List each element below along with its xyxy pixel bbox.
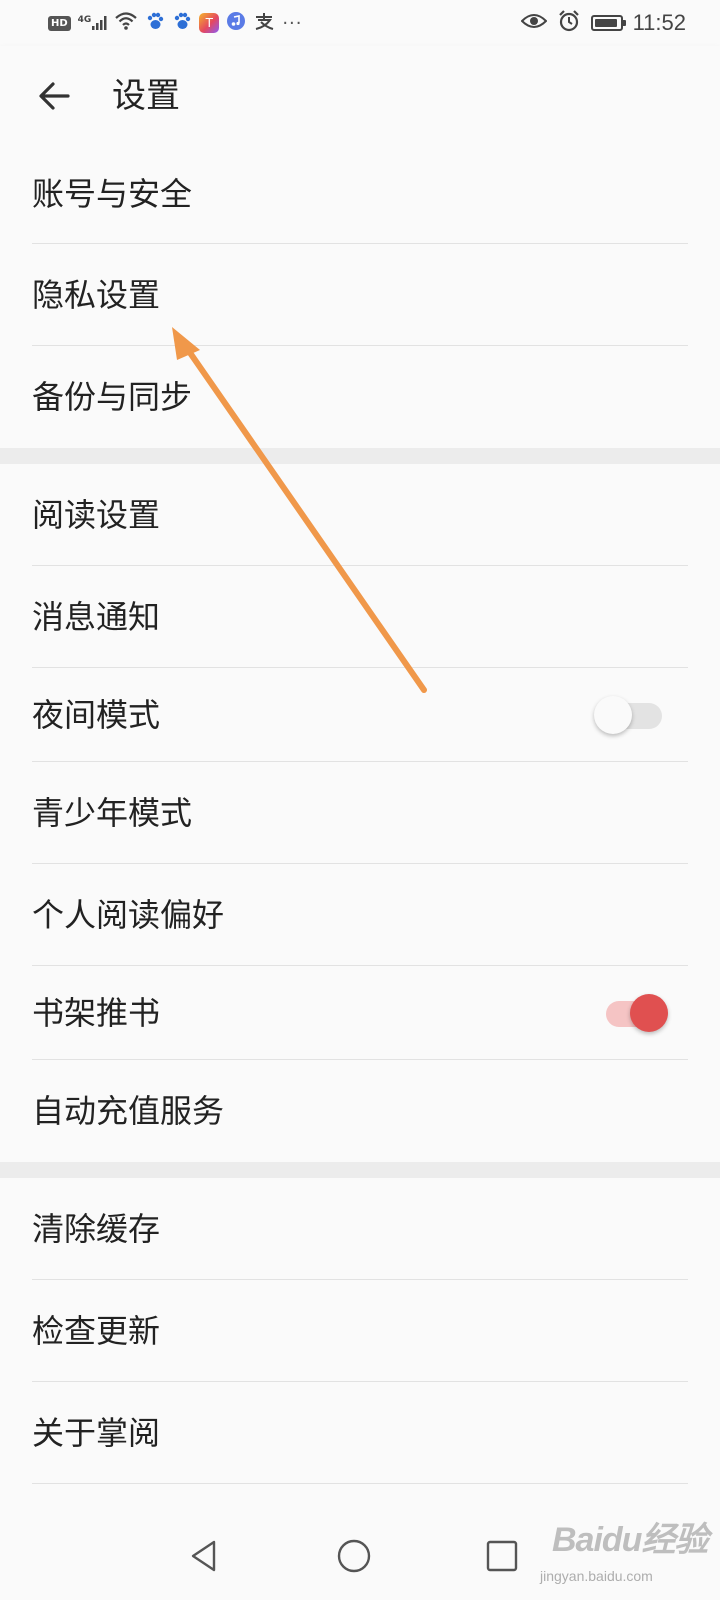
settings-item-about[interactable]: 关于掌阅 (32, 1382, 688, 1484)
watermark-logo: Baidu经验 (552, 1521, 708, 1559)
settings-item-bookshelf-recommend[interactable]: 书架推书 (32, 966, 688, 1060)
page-title: 设置 (112, 76, 180, 116)
settings-item-label: 阅读设置 (32, 495, 161, 534)
settings-item-label: 个人阅读偏好 (32, 895, 225, 934)
back-triangle-icon (191, 1540, 216, 1572)
baidu-paw-icon (172, 11, 192, 35)
battery-level (594, 19, 617, 27)
settings-item-label: 书架推书 (32, 993, 161, 1032)
settings-item-label: 关于掌阅 (32, 1413, 161, 1452)
settings-item-reading-settings[interactable]: 阅读设置 (32, 464, 688, 566)
group-divider (0, 448, 720, 464)
settings-item-reading-preferences[interactable]: 个人阅读偏好 (32, 864, 688, 966)
app-t-icon: T (199, 13, 220, 33)
signal-icon: 4G (78, 15, 108, 31)
baidu-jingyan-watermark: Baidu经验 jingyan.baidu.com (540, 1506, 716, 1596)
bookshelf-recommend-toggle[interactable] (598, 993, 670, 1033)
settings-item-night-mode[interactable]: 夜间模式 (32, 668, 688, 762)
nav-back-button[interactable] (178, 1530, 230, 1582)
battery-icon (590, 15, 626, 31)
settings-item-label: 夜间模式 (32, 695, 161, 734)
settings-item-label: 青少年模式 (32, 793, 193, 832)
settings-item-auto-recharge[interactable]: 自动充值服务 (32, 1060, 688, 1162)
zhi-icon (253, 11, 275, 35)
settings-item-check-update[interactable]: 检查更新 (32, 1280, 688, 1382)
wifi-icon (114, 11, 138, 35)
settings-item-backup-sync[interactable]: 备份与同步 (32, 346, 688, 448)
settings-item-teen-mode[interactable]: 青少年模式 (32, 762, 688, 864)
settings-item-label: 消息通知 (32, 597, 161, 636)
status-bar-right: 11:52 (520, 9, 686, 37)
status-bar-left: HD 4G T ··· (48, 10, 303, 36)
clock: 11:52 (632, 10, 686, 35)
watermark-url: jingyan.baidu.com (540, 1568, 653, 1584)
settings-item-label: 备份与同步 (32, 378, 193, 416)
settings-item-label: 自动充值服务 (32, 1092, 225, 1130)
settings-item-label: 检查更新 (32, 1311, 161, 1350)
nav-recents-button[interactable] (476, 1530, 528, 1582)
music-icon (226, 11, 246, 35)
settings-item-notifications[interactable]: 消息通知 (32, 566, 688, 668)
app-bar: 设置 (0, 46, 720, 144)
status-bar: HD 4G T ··· 11:52 (0, 0, 720, 46)
toggle-thumb (594, 695, 632, 734)
back-button[interactable] (30, 72, 78, 120)
group-divider (0, 1162, 720, 1178)
settings-group-account: 账号与安全 隐私设置 备份与同步 (0, 144, 720, 448)
toggle-thumb (630, 993, 668, 1032)
alarm-icon (557, 9, 581, 37)
more-notifications: ··· (282, 12, 303, 34)
settings-item-privacy[interactable]: 隐私设置 (32, 244, 688, 346)
settings-item-clear-cache[interactable]: 清除缓存 (32, 1178, 688, 1280)
baidu-paw-icon (145, 11, 165, 35)
settings-group-system: 清除缓存 检查更新 关于掌阅 (0, 1178, 720, 1484)
hd-badge: HD (48, 15, 71, 31)
settings-item-label: 账号与安全 (32, 174, 193, 213)
home-circle-icon (337, 1539, 371, 1573)
settings-item-account-security[interactable]: 账号与安全 (32, 144, 688, 244)
settings-item-label: 清除缓存 (32, 1209, 161, 1248)
network-type: 4G (77, 15, 92, 25)
recents-square-icon (486, 1540, 518, 1572)
arrow-left-icon (39, 82, 70, 110)
settings-item-label: 隐私设置 (32, 275, 161, 314)
settings-group-reading: 阅读设置 消息通知 夜间模式 青少年模式 个人阅读偏好 书架推书 自动充值服务 (0, 464, 720, 1162)
nav-home-button[interactable] (328, 1530, 380, 1582)
eye-icon (520, 12, 547, 34)
night-mode-toggle[interactable] (594, 695, 670, 735)
